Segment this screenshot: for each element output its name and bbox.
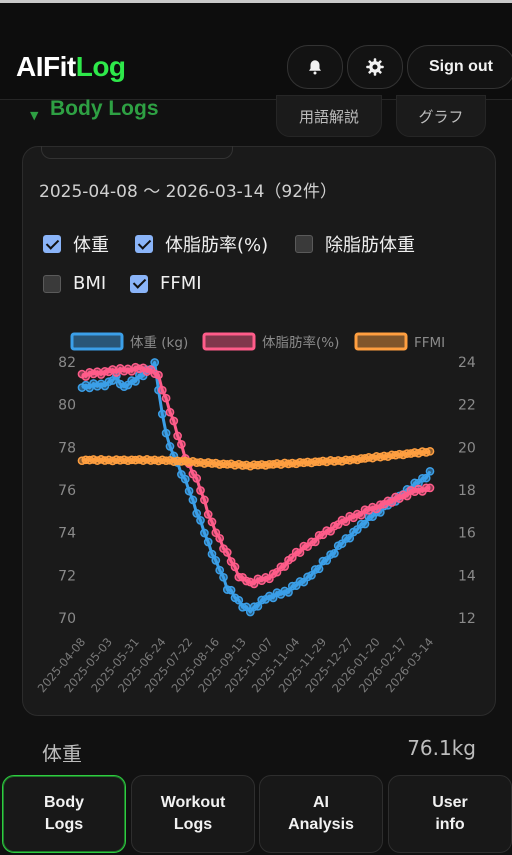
data-point	[226, 585, 236, 595]
sign-out-button[interactable]: Sign out	[407, 45, 512, 89]
data-point	[314, 564, 324, 574]
series-line	[81, 365, 431, 586]
nav-workout-logs[interactable]: Workout Logs	[131, 775, 255, 853]
data-point	[157, 385, 167, 395]
data-point	[169, 416, 179, 426]
graph-button[interactable]: グラフ	[396, 95, 486, 137]
data-point	[200, 495, 209, 505]
body-logs-section-header: ▼ Body Logs 用語解説 グラフ	[22, 95, 492, 137]
body-metrics-chart: 70727476788082121416182022242025-04-0820…	[35, 332, 476, 695]
data-point	[188, 495, 198, 505]
y-right-tick-label: 18	[458, 483, 476, 499]
section-title[interactable]: Body Logs	[50, 97, 159, 121]
data-point	[425, 483, 435, 493]
data-point	[207, 517, 217, 527]
y-left-tick-label: 74	[58, 526, 76, 542]
nav-ai-analysis[interactable]: AI Analysis	[259, 775, 383, 853]
data-point	[192, 474, 202, 483]
data-point	[165, 407, 175, 417]
data-point	[173, 431, 182, 441]
data-point	[180, 474, 190, 484]
legend-label: 体脂肪率(%)	[262, 334, 339, 351]
notifications-button[interactable]	[287, 45, 343, 89]
series-line	[81, 361, 432, 614]
y-left-tick-label: 76	[58, 483, 76, 499]
data-point	[203, 510, 213, 519]
data-point	[425, 446, 435, 456]
data-point	[219, 572, 228, 582]
gear-icon	[366, 58, 384, 76]
legend-swatch	[202, 332, 256, 351]
data-point	[203, 537, 213, 547]
settings-button[interactable]	[347, 45, 403, 89]
data-point	[192, 509, 202, 518]
data-point	[211, 556, 221, 565]
data-point	[154, 370, 163, 380]
legend-swatch	[70, 332, 124, 351]
data-point	[196, 516, 205, 525]
nav-ai-analysis-label: AI Analysis	[288, 794, 354, 833]
data-point	[215, 565, 225, 575]
bell-icon	[309, 60, 321, 75]
y-left-tick-label: 82	[58, 355, 76, 371]
y-right-tick-label: 24	[458, 355, 476, 371]
legend-label: 体重 (kg)	[130, 335, 188, 351]
y-left-tick-label: 72	[58, 568, 76, 584]
data-point	[150, 358, 160, 367]
y-right-tick-label: 16	[458, 526, 476, 542]
data-point	[421, 473, 431, 483]
data-point	[215, 533, 225, 543]
y-right-tick-label: 12	[458, 611, 476, 627]
data-point	[234, 595, 244, 605]
y-right-tick-label: 22	[458, 398, 476, 414]
data-point	[222, 548, 232, 557]
nav-body-logs[interactable]: Body Logs	[2, 775, 126, 853]
metric-value: 76.1kg	[407, 736, 476, 760]
data-point	[184, 486, 194, 496]
logo-text-ai-fit: AIFit	[16, 51, 76, 82]
app-header: AIFitLog Sign out	[0, 3, 512, 100]
collapse-caret-icon[interactable]: ▼	[30, 109, 38, 122]
y-right-tick-label: 20	[458, 440, 476, 456]
nav-body-logs-label: Body Logs	[44, 794, 84, 833]
data-point	[360, 519, 370, 529]
app-logo[interactable]: AIFitLog	[16, 51, 126, 83]
data-point	[196, 486, 205, 495]
nav-user-info-label: User info	[432, 794, 468, 833]
data-point	[230, 562, 240, 572]
data-point	[161, 393, 171, 403]
y-left-tick-label: 80	[58, 398, 76, 414]
data-point	[177, 439, 186, 449]
legend-label: FFMI	[414, 335, 445, 351]
bottom-navigation: Body Logs Workout Logs AI Analysis User …	[0, 762, 512, 855]
data-point	[200, 528, 209, 538]
data-point	[330, 549, 339, 558]
nav-workout-logs-label: Workout Logs	[160, 794, 226, 833]
y-left-tick-label: 78	[58, 440, 76, 456]
nav-user-info[interactable]: User info	[388, 775, 512, 853]
data-point	[165, 442, 175, 451]
logo-text-log: Log	[75, 51, 126, 82]
y-right-tick-label: 14	[458, 568, 476, 584]
glossary-button[interactable]: 用語解説	[276, 95, 382, 137]
data-point	[161, 428, 171, 438]
y-left-tick-label: 70	[58, 611, 76, 627]
data-point	[157, 409, 167, 419]
legend-swatch	[354, 332, 408, 351]
data-point	[425, 466, 435, 476]
